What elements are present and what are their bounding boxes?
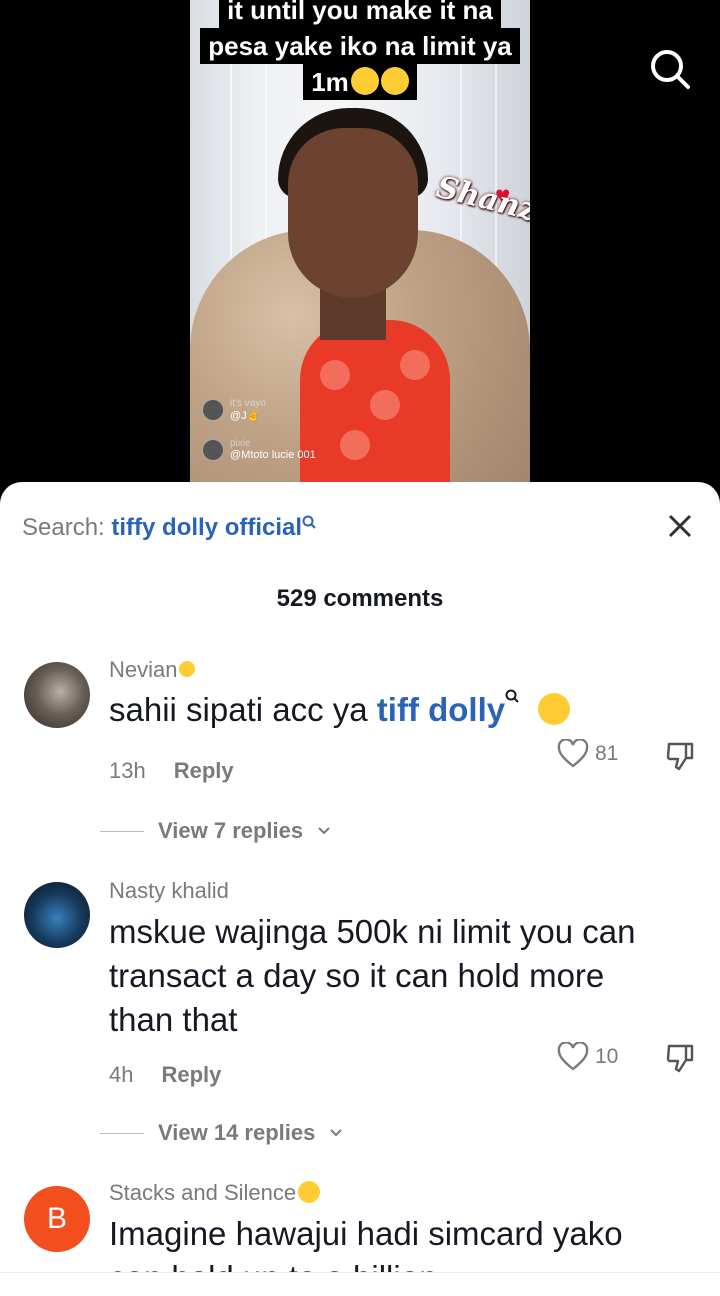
related-search[interactable]: Search: tiffy dolly official bbox=[22, 514, 316, 542]
comment-meta: 4h Reply bbox=[109, 1062, 222, 1087]
like-button[interactable]: 10 bbox=[557, 1042, 618, 1072]
video-player[interactable]: ♥ Shanzey it's vayo @J✌️ pixie @Mtoto lu… bbox=[0, 0, 720, 500]
video-caption: it until you make it na pesa yake iko na… bbox=[0, 0, 720, 100]
chevron-down-icon bbox=[330, 1129, 343, 1137]
dislike-button[interactable] bbox=[664, 1042, 696, 1074]
thumbs-down-icon bbox=[666, 742, 694, 771]
close-button[interactable] bbox=[664, 510, 696, 542]
search-term-link[interactable]: tiffy dolly official bbox=[111, 514, 302, 541]
avatar bbox=[202, 438, 224, 461]
reply-button[interactable]: Reply bbox=[161, 1062, 221, 1087]
avatar[interactable] bbox=[24, 662, 90, 728]
comment-text: sahii sipati acc ya tiff dolly bbox=[109, 688, 669, 732]
view-replies-button[interactable]: View 14 replies bbox=[100, 1120, 343, 1146]
person-face bbox=[288, 128, 418, 298]
thumbs-down-icon bbox=[666, 1044, 694, 1073]
comments-header: Search: tiffy dolly official bbox=[0, 482, 720, 572]
search-icon bbox=[302, 515, 316, 529]
avatar[interactable]: B bbox=[24, 1186, 90, 1252]
dislike-button[interactable] bbox=[664, 740, 696, 772]
hand-over-mouth-emoji-icon bbox=[350, 67, 379, 96]
search-icon bbox=[505, 689, 519, 703]
bottom-edge bbox=[0, 1272, 720, 1296]
crying-emoji-icon bbox=[538, 693, 571, 726]
reply-button[interactable]: Reply bbox=[174, 758, 234, 783]
watermark: Shanzey bbox=[432, 169, 530, 238]
chevron-down-icon bbox=[318, 827, 330, 835]
comment-text: mskue wajinga 500k ni limit you can tran… bbox=[109, 913, 636, 1038]
view-replies-button[interactable]: View 7 replies bbox=[100, 818, 331, 844]
like-button[interactable]: 81 bbox=[557, 739, 618, 769]
avatar bbox=[202, 399, 224, 421]
comment-username[interactable]: Stacks and Silence bbox=[109, 1180, 321, 1206]
search-link[interactable]: tiff dolly bbox=[377, 691, 505, 728]
comment-username[interactable]: Nasty khalid bbox=[109, 878, 229, 904]
avatar[interactable] bbox=[24, 882, 90, 948]
close-icon bbox=[668, 514, 692, 538]
comment-count: 529 comments bbox=[276, 585, 444, 612]
money-mouth-emoji-icon bbox=[298, 1181, 321, 1204]
kiss-emoji-icon bbox=[179, 661, 196, 678]
heart-outline-icon bbox=[557, 1042, 589, 1071]
comments-sheet: Search: tiffy dolly official 529 comment… bbox=[0, 482, 720, 1296]
heart-outline-icon bbox=[557, 739, 589, 768]
grinning-sweat-emoji-icon bbox=[380, 67, 409, 96]
search-icon bbox=[651, 50, 690, 89]
overlay-user-1: it's vayo @J✌️ bbox=[202, 398, 266, 422]
overlay-user-2: pixie @Mtoto lucie 001 bbox=[202, 438, 316, 461]
search-button[interactable] bbox=[645, 44, 695, 94]
comment-meta: 13h Reply bbox=[109, 758, 234, 783]
comment-username[interactable]: Nevian bbox=[109, 657, 196, 683]
